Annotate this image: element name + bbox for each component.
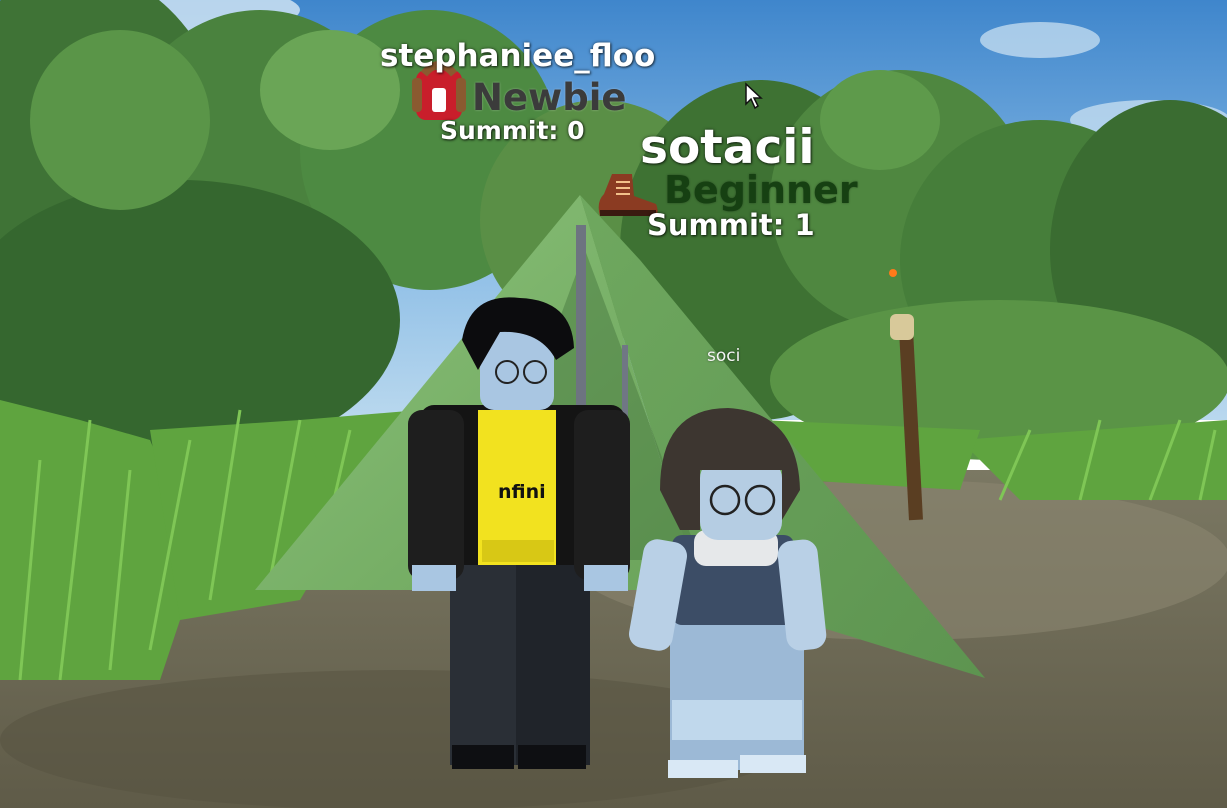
- player-name-sotacii: sotacii: [640, 120, 815, 175]
- rank-label-newbie: Newbie: [472, 76, 627, 119]
- rank-label-beginner: Beginner: [664, 168, 858, 212]
- summit-count-stephaniee-floo: Summit: 0: [440, 116, 585, 145]
- cloud: [980, 22, 1100, 58]
- summit-count-sotacii: Summit: 1: [647, 208, 815, 242]
- player-name-stephaniee-floo: stephaniee_floo: [380, 38, 656, 74]
- overhead-display-name: soci: [707, 346, 741, 366]
- game-viewport[interactable]: nfini: [0, 0, 1227, 808]
- shirt-text: nfini: [498, 481, 546, 503]
